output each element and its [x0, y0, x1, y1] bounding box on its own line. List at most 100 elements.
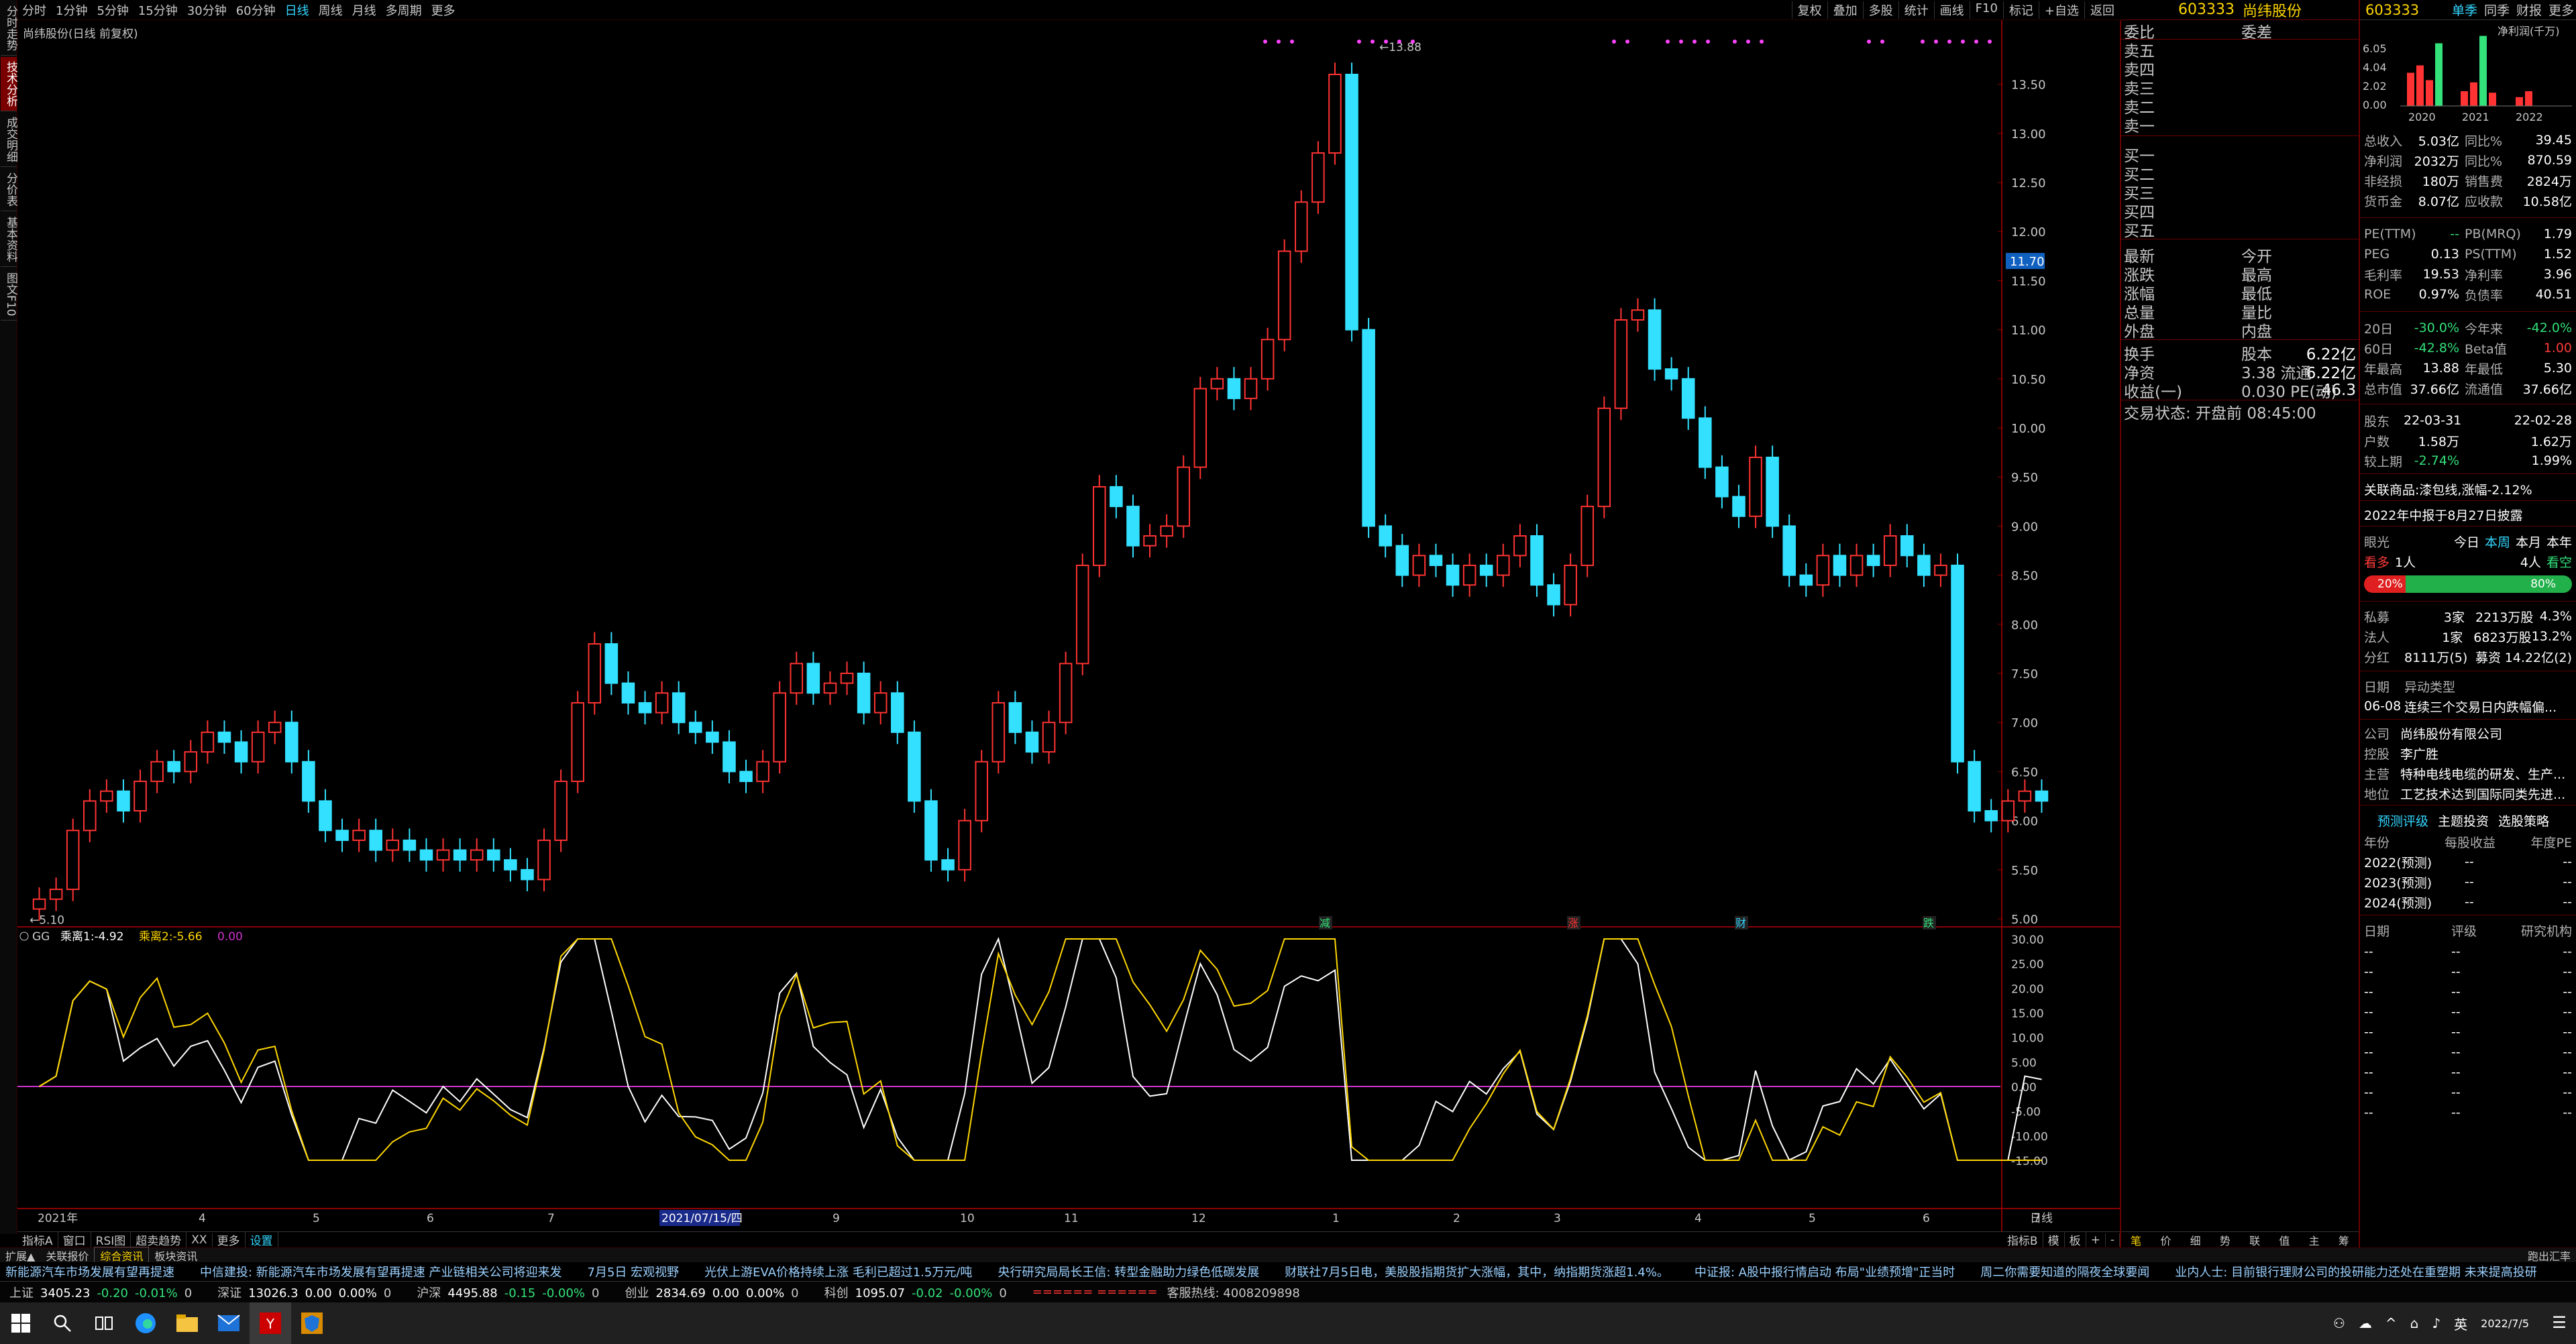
f10-row[interactable]: 非经损 180万 销售费 2824万 [2364, 170, 2572, 190]
rating-row[interactable]: -- -- -- [2364, 1022, 2572, 1042]
period-tab[interactable]: 多周期 [381, 1, 427, 19]
edge-browser-icon[interactable] [125, 1302, 166, 1344]
quote-tab[interactable]: 势 [2210, 1232, 2240, 1247]
indicator-tab[interactable]: 更多 [213, 1231, 246, 1248]
rating-row[interactable]: -- -- -- [2364, 982, 2572, 1002]
people-icon[interactable]: ⚇ [2326, 1315, 2352, 1331]
quote-tab[interactable]: 价 [2151, 1232, 2180, 1247]
eyes-tabs-row[interactable]: 眼光 今日 本周 本月 本年 [2364, 531, 2572, 551]
quote-tab[interactable]: 值 [2269, 1232, 2299, 1247]
f10-row[interactable]: PE(TTM) -- PB(MRQ) 1.79 [2364, 224, 2572, 244]
rating-row[interactable]: -- -- -- [2364, 1082, 2572, 1103]
f10-row[interactable]: 净利润 2032万 同比% 870.59 [2364, 150, 2572, 170]
indicator-tab[interactable]: RSI图 [91, 1231, 131, 1248]
holder-row[interactable]: 私募 3家 2213万股 4.3% [2364, 606, 2572, 626]
f10-row[interactable]: 毛利率 19.53 净利率 3.96 [2364, 264, 2572, 284]
period-tab[interactable]: 月线 [347, 1, 381, 19]
f10-row[interactable]: 股东 22-03-31 22-02-28 [2364, 410, 2572, 431]
overlay-button[interactable]: 叠加 [1827, 1, 1863, 19]
windows-start-icon[interactable] [0, 1302, 42, 1344]
news-tab[interactable]: 扩展▲ [0, 1247, 40, 1264]
view-tab[interactable]: 基本资料 [1, 213, 17, 267]
holder-row[interactable]: 法人 1家 6823万股 13.2% [2364, 626, 2572, 647]
rating-row[interactable]: -- -- -- [2364, 1062, 2572, 1082]
view-tab[interactable]: 分时走势 [1, 1, 17, 56]
forecast-row[interactable]: 2023(预测) -- -- [2364, 872, 2572, 892]
network-icon[interactable]: ⌂ [2404, 1315, 2426, 1331]
quote-tab[interactable]: 主 [2300, 1232, 2329, 1247]
stats-button[interactable]: 统计 [1898, 1, 1934, 19]
news-item[interactable]: 中证报: A股中报行情启动 布局"业绩预增"正当时 [1689, 1263, 1975, 1280]
related-commodity-row[interactable]: 关联商品:漆包线,涨幅-2.12% [2364, 479, 2572, 499]
zoom-in-button[interactable]: + [2086, 1233, 2106, 1247]
company-row[interactable]: 主营 特种电线电缆的研发、生产... [2364, 763, 2572, 783]
indicator-settings-tab[interactable]: 设置 [246, 1231, 278, 1248]
indicator-b-tab[interactable]: 指标B [2002, 1231, 2043, 1248]
add-watchlist-button[interactable]: +自选 [2038, 1, 2084, 19]
f10-row[interactable]: PEG 0.13 PS(TTM) 1.52 [2364, 244, 2572, 264]
period-tab[interactable]: 分时 [17, 1, 51, 19]
quote-tab[interactable]: 筹 [2329, 1232, 2359, 1247]
f10-row[interactable]: 60日 -42.8% Beta值 1.00 [2364, 338, 2572, 358]
view-tab[interactable]: 分价表 [1, 168, 17, 211]
forecast-header-row[interactable]: 年份 每股收益 年度PE [2364, 832, 2572, 852]
period-tab[interactable]: 5分钟 [92, 1, 133, 19]
board-tab[interactable]: 板 [2065, 1231, 2086, 1248]
holder-row[interactable]: 分红 8111万(5) 募资 14.22亿(2) [2364, 647, 2572, 667]
news-tab[interactable]: 板块资讯 [149, 1247, 203, 1264]
news-item[interactable]: 7月5日 宏观视野 [582, 1263, 700, 1280]
company-row[interactable]: 公司 尚纬股份有限公司 [2364, 723, 2572, 743]
file-explorer-icon[interactable] [166, 1302, 208, 1344]
forecast-row[interactable]: 2022(预测) -- -- [2364, 852, 2572, 872]
f10-tab[interactable]: 财报 [2513, 1, 2545, 19]
company-row[interactable]: 控股 李广胜 [2364, 743, 2572, 763]
indicator-tab[interactable]: 窗口 [58, 1231, 91, 1248]
f10-tab[interactable]: 更多 [2545, 1, 2576, 19]
period-more-tab[interactable]: 更多 [427, 1, 460, 19]
ime-indicator[interactable]: 英 [2447, 1314, 2474, 1333]
back-button[interactable]: 返回 [2084, 1, 2120, 19]
indicator-tab[interactable]: XX [186, 1233, 213, 1247]
index-quote[interactable]: 创业 2834.69 0.00 0.00% 0 [615, 1284, 814, 1301]
cloud-icon[interactable]: ☁ [2352, 1315, 2379, 1331]
f10-row[interactable]: ROE 0.97% 负债率 40.51 [2364, 284, 2572, 304]
news-tab-right[interactable]: 跑出汇率 [2522, 1247, 2576, 1264]
news-item[interactable]: 业内人士: 目前银行理财公司的投研能力还处在重塑期 未来提高投研 [2169, 1263, 2557, 1280]
quote-tab[interactable]: 笔 [2121, 1232, 2151, 1247]
template-tab[interactable]: 模 [2043, 1231, 2065, 1248]
view-tab[interactable]: 图文F10 [1, 268, 17, 321]
adjust-button[interactable]: 复权 [1791, 1, 1827, 19]
f10-row[interactable]: 户数 1.58万 1.62万 [2364, 431, 2572, 451]
mail-icon[interactable] [208, 1302, 250, 1344]
period-tab[interactable]: 周线 [314, 1, 347, 19]
report-note-row[interactable]: 2022年中报于8月27日披露 [2364, 504, 2572, 524]
kline-chart-svg[interactable]: 13.5013.0012.5012.0011.5011.0010.5010.00… [17, 20, 2120, 1231]
f10-tab[interactable]: 同季 [2481, 1, 2513, 19]
zoom-out-button[interactable]: - [2106, 1233, 2120, 1247]
eyes-count-row[interactable]: 看多 1人 4人 看空 [2364, 551, 2572, 571]
rating-header-row[interactable]: 日期 评级 研究机构 [2364, 920, 2572, 940]
period-tab[interactable]: 30分钟 [182, 1, 231, 19]
rating-row[interactable]: -- -- -- [2364, 1042, 2572, 1062]
abnormal-header-row[interactable]: 日期 异动类型 [2364, 676, 2572, 696]
chevron-up-icon[interactable]: ^ [2379, 1315, 2404, 1331]
period-tab[interactable]: 60分钟 [231, 1, 280, 19]
period-tab[interactable]: 1分钟 [51, 1, 92, 19]
news-tab[interactable]: 关联报价 [40, 1247, 94, 1264]
mark-button[interactable]: 标记 [2002, 1, 2039, 19]
f10-tab-active[interactable]: 单季 [2449, 1, 2481, 19]
f10-row[interactable]: 年最高 13.88 年最低 5.30 [2364, 358, 2572, 378]
draw-button[interactable]: 画线 [1933, 1, 1970, 19]
index-quote[interactable]: 深证 13026.3 0.00 0.00% 0 [208, 1284, 407, 1301]
news-item[interactable]: 央行研究局局长王信: 转型金融助力绿色低碳发展 [992, 1263, 1279, 1280]
shield-app-icon[interactable] [291, 1302, 333, 1344]
task-view-icon[interactable] [83, 1302, 125, 1344]
quote-tab[interactable]: 细 [2181, 1232, 2210, 1247]
volume-icon[interactable]: ♪ [2425, 1315, 2447, 1331]
abnormal-row[interactable]: 06-08 连续三个交易日内跌幅偏... [2364, 696, 2572, 716]
multi-stock-button[interactable]: 多股 [1862, 1, 1898, 19]
forecast-row[interactable]: 2024(预测) -- -- [2364, 892, 2572, 912]
rating-row[interactable]: -- -- -- [2364, 942, 2572, 962]
news-item[interactable]: 光伏上游EVA价格持续上涨 毛利已超过1.5万元/吨 [699, 1263, 992, 1280]
tray-date[interactable]: 2022/7/5 [2474, 1317, 2536, 1330]
